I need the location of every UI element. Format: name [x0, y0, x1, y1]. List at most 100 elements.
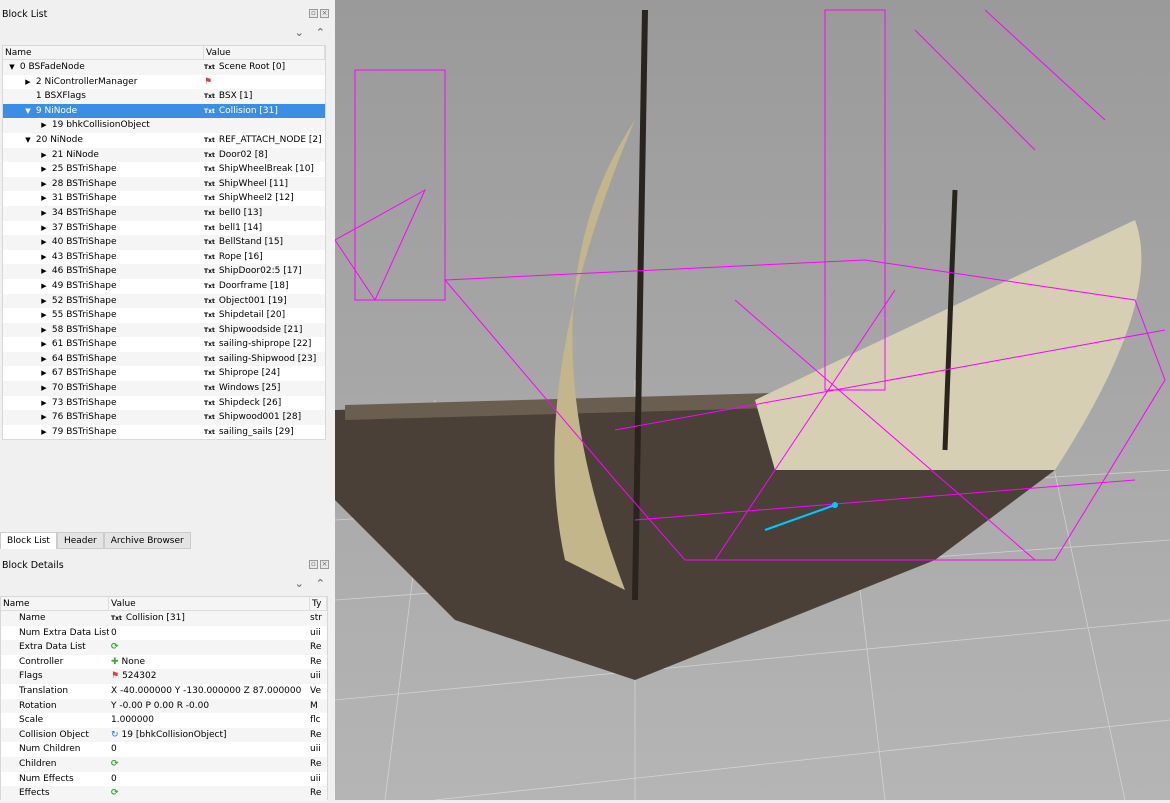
expand-arrow-icon[interactable]: ▶: [39, 352, 49, 367]
column-name[interactable]: Name: [3, 46, 204, 59]
expand-arrow-icon[interactable]: ▶: [39, 294, 49, 309]
tree-row[interactable]: ▶ 49 BSTriShape Txt Doorframe [18]: [3, 279, 325, 294]
expand-arrow-icon[interactable]: ▼: [7, 60, 17, 75]
expand-all-icon[interactable]: ⌄: [295, 26, 304, 39]
field-value[interactable]: 0: [111, 774, 117, 784]
tree-row[interactable]: ▶ 34 BSTriShape Txt bell0 [13]: [3, 205, 325, 221]
tree-row[interactable]: ▶ 21 NiNode Txt Door02 [8]: [3, 147, 325, 163]
block-tree[interactable]: Name Value ▼ 0 BSFadeNode Txt Scene Root [0…: [2, 45, 326, 440]
field-name: Scale: [19, 715, 44, 726]
tree-row[interactable]: ▶ 64 BSTriShape Txt sailing-Shipwood [23]: [3, 351, 325, 367]
expand-arrow-icon[interactable]: ▶: [39, 206, 49, 221]
tree-row[interactable]: ▶ 76 BSTriShape Txt Shipwood001 [28]: [3, 410, 325, 425]
close-icon[interactable]: ×: [320, 9, 329, 18]
tree-row[interactable]: ▶ 28 BSTriShape Txt ShipWheel [11]: [3, 176, 325, 192]
add-icon[interactable]: ✚: [111, 657, 119, 667]
tab-header[interactable]: Header: [56, 532, 104, 549]
detail-row[interactable]: Num Extra Data List 0 uii: [1, 626, 327, 641]
expand-arrow-icon[interactable]: ▶: [39, 118, 49, 133]
expand-arrow-icon[interactable]: ▶: [39, 235, 49, 250]
expand-all-icon[interactable]: ⌄: [295, 577, 304, 590]
tree-row[interactable]: ▶ 67 BSTriShape Txt Shiprope [24]: [3, 366, 325, 381]
tree-row[interactable]: ▶ 25 BSTriShape Txt ShipWheelBreak [10]: [3, 162, 325, 177]
expand-arrow-icon[interactable]: ▶: [39, 191, 49, 206]
field-value[interactable]: X -40.000000 Y -130.000000 Z 87.000000: [111, 686, 301, 696]
expand-arrow-icon[interactable]: ▶: [39, 396, 49, 411]
refresh-icon[interactable]: ⟳: [111, 759, 119, 769]
block-value: BellStand [15]: [218, 237, 284, 248]
detail-row[interactable]: Name Txt Collision [31] str: [1, 611, 327, 626]
expand-arrow-icon[interactable]: ▼: [23, 104, 33, 119]
expand-arrow-icon[interactable]: ▶: [39, 337, 49, 352]
expand-arrow-icon[interactable]: ▶: [23, 75, 33, 90]
field-value[interactable]: 19 [bhkCollisionObject]: [122, 730, 227, 740]
field-value[interactable]: 524302: [122, 671, 156, 681]
collapse-all-icon[interactable]: ⌃: [316, 26, 325, 39]
column-value[interactable]: Value: [109, 597, 310, 610]
tree-row[interactable]: ▼ 0 BSFadeNode Txt Scene Root [0]: [3, 60, 325, 75]
field-value[interactable]: 0: [111, 744, 117, 754]
tree-row[interactable]: ▶ 52 BSTriShape Txt Object001 [19]: [3, 293, 325, 309]
field-value[interactable]: None: [122, 657, 145, 667]
column-value[interactable]: Value: [204, 46, 325, 59]
expand-arrow-icon[interactable]: ▶: [39, 366, 49, 381]
tree-row[interactable]: ▶ 31 BSTriShape Txt ShipWheel2 [12]: [3, 191, 325, 206]
float-icon[interactable]: ▫: [309, 9, 318, 18]
tree-row[interactable]: ▼ 9 NiNode Txt Collision [31]: [3, 103, 325, 119]
tree-row[interactable]: 1 BSXFlags Txt BSX [1]: [3, 89, 325, 104]
detail-row[interactable]: Rotation Y -0.00 P 0.00 R -0.00 M: [1, 698, 327, 714]
tree-row[interactable]: ▶ 40 BSTriShape Txt BellStand [15]: [3, 235, 325, 250]
link-icon[interactable]: ↻: [111, 730, 119, 740]
expand-arrow-icon[interactable]: ▶: [39, 425, 49, 440]
tree-row[interactable]: ▶ 37 BSTriShape Txt bell1 [14]: [3, 221, 325, 236]
tree-row[interactable]: ▶ 79 BSTriShape Txt sailing_sails [29]: [3, 425, 325, 440]
tree-row[interactable]: ▶ 55 BSTriShape Txt Shipdetail [20]: [3, 308, 325, 323]
detail-row[interactable]: Scale 1.000000 flc: [1, 713, 327, 728]
expand-arrow-icon[interactable]: ▶: [39, 279, 49, 294]
refresh-icon[interactable]: ⟳: [111, 788, 119, 798]
expand-arrow-icon[interactable]: ▶: [39, 381, 49, 396]
expand-arrow-icon[interactable]: ▼: [23, 133, 33, 148]
field-value[interactable]: 0: [111, 628, 117, 638]
column-name[interactable]: Name: [1, 597, 109, 610]
3d-viewport[interactable]: [334, 0, 1170, 801]
detail-row[interactable]: Effects ⟳ Re: [1, 786, 327, 801]
expand-arrow-icon[interactable]: ▶: [39, 221, 49, 236]
refresh-icon[interactable]: ⟳: [111, 642, 119, 652]
tree-row[interactable]: ▶ 61 BSTriShape Txt sailing-shiprope [22]: [3, 337, 325, 352]
tree-row[interactable]: ▶ 73 BSTriShape Txt Shipdeck [26]: [3, 396, 325, 411]
detail-row[interactable]: Flags ⚑ 524302 uii: [1, 669, 327, 684]
expand-arrow-icon[interactable]: ▶: [39, 308, 49, 323]
tree-row[interactable]: ▶ 70 BSTriShape Txt Windows [25]: [3, 381, 325, 396]
detail-row[interactable]: Num Effects 0 uii: [1, 772, 327, 787]
detail-row[interactable]: Controller ✚ None Re: [1, 655, 327, 670]
tree-row[interactable]: ▶ 2 NiControllerManager ⚑: [3, 75, 325, 90]
expand-arrow-icon[interactable]: ▶: [39, 264, 49, 279]
block-details-table[interactable]: Name Value Ty Name Txt Collision [31] str Num …: [0, 596, 328, 801]
expand-arrow-icon[interactable]: ▶: [39, 148, 49, 163]
float-icon[interactable]: ▫: [309, 560, 318, 569]
field-value[interactable]: Y -0.00 P 0.00 R -0.00: [111, 701, 209, 711]
field-value[interactable]: Collision [31]: [126, 613, 185, 623]
expand-arrow-icon[interactable]: ▶: [39, 250, 49, 265]
detail-row[interactable]: Translation X -40.000000 Y -130.000000 Z …: [1, 684, 327, 699]
detail-row[interactable]: Children ⟳ Re: [1, 756, 327, 772]
detail-row[interactable]: Num Children 0 uii: [1, 742, 327, 757]
detail-row[interactable]: Collision Object ↻ 19 [bhkCollisionObject]…: [1, 727, 327, 743]
expand-arrow-icon[interactable]: ▶: [39, 162, 49, 177]
tree-row[interactable]: ▶ 58 BSTriShape Txt Shipwoodside [21]: [3, 322, 325, 338]
expand-arrow-icon[interactable]: ▶: [39, 177, 49, 192]
field-value[interactable]: 1.000000: [111, 715, 154, 725]
tree-row[interactable]: ▶ 19 bhkCollisionObject: [3, 118, 325, 133]
column-type[interactable]: Ty: [310, 597, 327, 610]
tab-block-list[interactable]: Block List: [0, 532, 57, 549]
close-icon[interactable]: ×: [320, 560, 329, 569]
detail-row[interactable]: Extra Data List ⟳ Re: [1, 640, 327, 655]
tree-row[interactable]: ▼ 20 NiNode Txt REF_ATTACH_NODE [2]: [3, 133, 325, 148]
tree-row[interactable]: ▶ 43 BSTriShape Txt Rope [16]: [3, 250, 325, 265]
collapse-all-icon[interactable]: ⌃: [316, 577, 325, 590]
expand-arrow-icon[interactable]: ▶: [39, 410, 49, 425]
tree-row[interactable]: ▶ 46 BSTriShape Txt ShipDoor02:5 [17]: [3, 264, 325, 279]
tab-archive-browser[interactable]: Archive Browser: [103, 532, 191, 549]
expand-arrow-icon[interactable]: ▶: [39, 323, 49, 338]
